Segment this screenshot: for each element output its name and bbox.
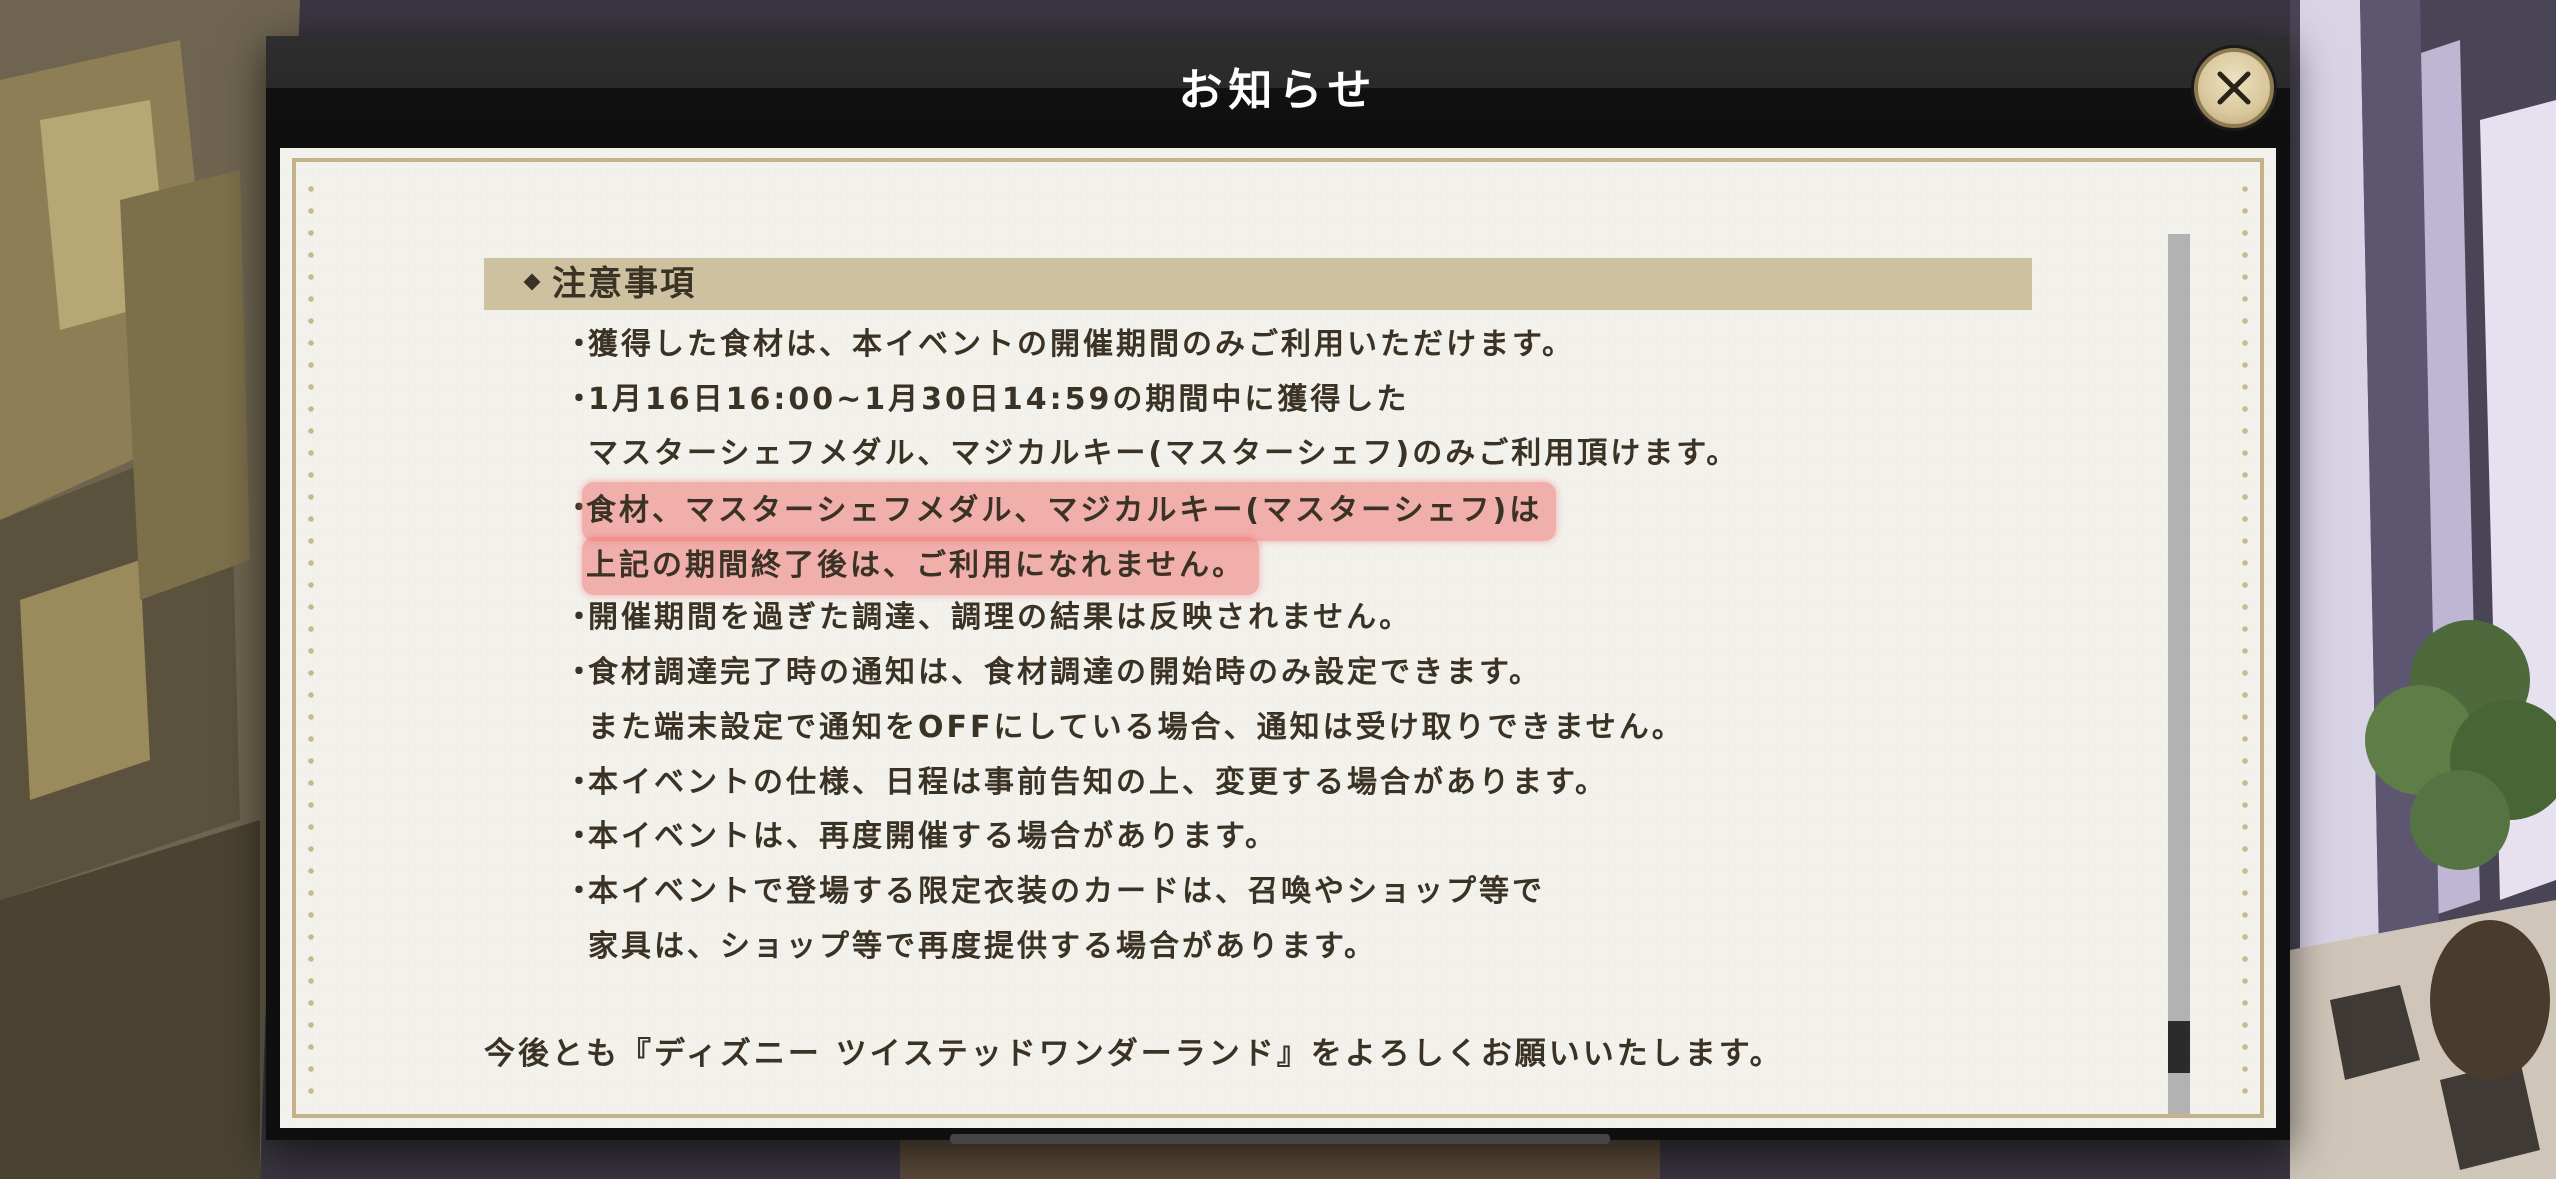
bullet: ・: [564, 655, 597, 691]
decorative-dots-right: [2242, 178, 2248, 1098]
decorative-dots-left: [308, 178, 314, 1098]
note-text: 本イベントで登場する限定衣装のカードは、召喚やショップ等で: [588, 873, 1545, 909]
highlighted-note-text: 食材、マスターシェフメダル、マジカルキー(マスターシェフ)は: [582, 482, 1557, 541]
close-icon: [2217, 71, 2251, 105]
bullet: ・: [564, 327, 597, 362]
bullet: ・: [564, 381, 597, 417]
closing-message: 今後とも『ディズニー ツイステッドワンダーランド』をよろしくお願いいたします。: [484, 1036, 1784, 1072]
note-text: また端末設定で通知をOFFにしている場合、通知は受け取りできません。: [588, 709, 1685, 745]
note-line: ・ 本イベントの仕様、日程は事前告知の上、変更する場合があります。: [564, 756, 1964, 811]
scrollbar[interactable]: [2168, 234, 2190, 1114]
note-text: 家具は、ショップ等で再度提供する場合があります。: [588, 928, 1377, 964]
note-text: 獲得した食材は、本イベントの開催期間のみご利用いただけます。: [588, 327, 1575, 362]
bottom-indicator: [950, 1134, 1610, 1144]
highlighted-note-text: 上記の期間終了後は、ご利用になれません。: [582, 536, 1260, 596]
close-button[interactable]: [2194, 48, 2274, 128]
note-line: ・ 開催期間を過ぎた調達、調理の結果は反映されません。: [564, 591, 1964, 646]
dialog-title: お知らせ: [1178, 65, 1378, 116]
diamond-icon: [523, 273, 541, 291]
bullet: ・: [564, 819, 597, 855]
bullet: ・: [564, 764, 597, 800]
note-line: また端末設定で通知をOFFにしている場合、通知は受け取りできません。: [564, 701, 1964, 756]
note-text: マスターシェフメダル、マジカルキー(マスターシェフ)のみご利用頂けます。: [588, 436, 1740, 472]
note-line: ・ 食材調達完了時の通知は、食材調達の開始時のみ設定できます。: [564, 646, 1964, 701]
note-line-highlighted: 上記の期間終了後は、ご利用になれません。: [564, 536, 1964, 596]
section-title: 注意事項: [552, 264, 696, 304]
note-line: ・ 本イベントは、再度開催する場合があります。: [564, 810, 1964, 865]
note-line: ・ 本イベントで登場する限定衣装のカードは、召喚やショップ等で: [564, 865, 1964, 920]
note-line: マスターシェフメダル、マジカルキー(マスターシェフ)のみご利用頂けます。: [564, 427, 1964, 482]
note-text: 開催期間を過ぎた調達、調理の結果は反映されません。: [588, 600, 1413, 636]
note-text: 本イベントの仕様、日程は事前告知の上、変更する場合があります。: [588, 764, 1608, 800]
scrollbar-thumb[interactable]: [2168, 1021, 2190, 1073]
notice-content-area: 注意事項 ・ 獲得した食材は、本イベントの開催期間のみご利用いただけます。 ・ …: [280, 148, 2276, 1128]
dialog-header: お知らせ: [266, 36, 2290, 144]
note-line: 家具は、ショップ等で再度提供する場合があります。: [564, 920, 1964, 975]
notice-dialog: お知らせ 注意事項 ・ 獲得した食材は、本イベントの開催期間のみご利用いただけま…: [266, 36, 2290, 1140]
bullet: ・: [564, 873, 597, 909]
notes-list: ・ 獲得した食材は、本イベントの開催期間のみご利用いただけます。 ・ 1月16日…: [564, 318, 1964, 974]
note-line-highlighted: ・ 食材、マスターシェフメダル、マジカルキー(マスターシェフ)は: [564, 482, 1964, 541]
note-text: 1月16日16:00~1月30日14:59の期間中に獲得した: [588, 381, 1410, 417]
note-line: ・ 1月16日16:00~1月30日14:59の期間中に獲得した: [564, 373, 1964, 428]
note-text: 本イベントは、再度開催する場合があります。: [588, 819, 1278, 855]
note-line: ・ 獲得した食材は、本イベントの開催期間のみご利用いただけます。: [564, 318, 1964, 373]
note-text: 食材調達完了時の通知は、食材調達の開始時のみ設定できます。: [588, 655, 1542, 691]
bullet: ・: [564, 600, 597, 636]
section-header: 注意事項: [484, 258, 2032, 310]
